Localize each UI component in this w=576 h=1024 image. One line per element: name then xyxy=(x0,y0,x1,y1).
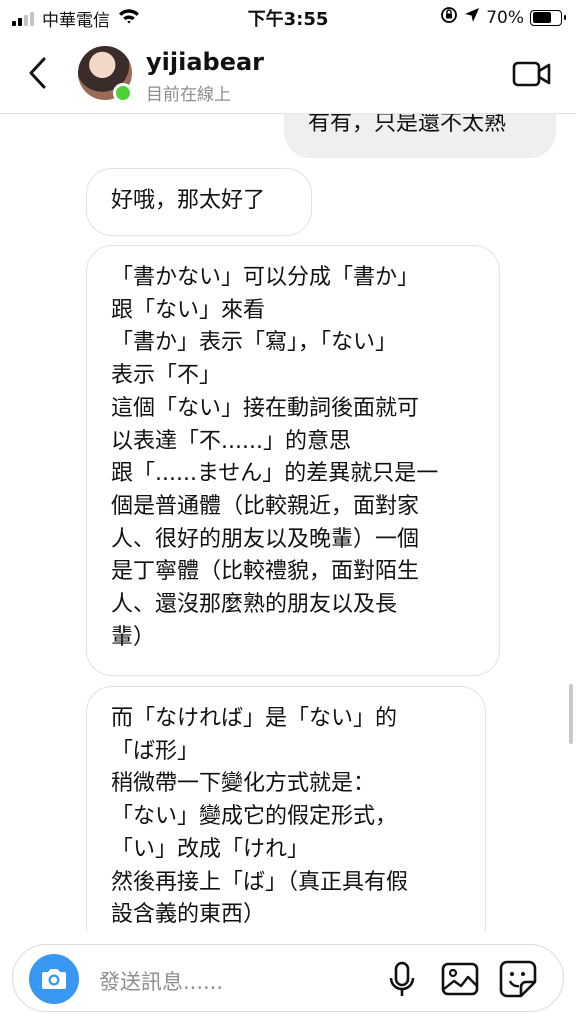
chat-username[interactable]: yijiabear xyxy=(146,48,264,76)
message-line: 「書か」表示「寫」，「ない」 xyxy=(111,330,398,356)
video-call-icon[interactable] xyxy=(512,60,552,88)
message-bubble-incoming[interactable]: 好哦，那太好了 xyxy=(86,168,312,236)
battery-icon xyxy=(530,9,566,26)
chat-header: yijiabear 目前在線上 xyxy=(0,34,576,114)
message-line: 「ない」變成它的假定形式， xyxy=(111,804,398,830)
battery-percent: 70% xyxy=(486,7,524,28)
message-line: 個是普通體（比較親近，面對家 xyxy=(111,493,420,519)
message-bubble-incoming[interactable]: 「書かない」可以分成「書か」 跟「ない」來看 「書か」表示「寫」，「ない」 表示… xyxy=(86,245,500,676)
message-line: 好哦，那太好了 xyxy=(111,188,266,213)
microphone-icon[interactable] xyxy=(387,961,417,999)
message-input-box[interactable]: 發送訊息...... xyxy=(12,944,564,1012)
message-line: 這個「ない」接在動詞後面就可 xyxy=(111,395,420,421)
back-chevron-icon[interactable] xyxy=(24,56,54,90)
message-line: 輩） xyxy=(111,624,156,650)
message-line: 而「なければ」是「ない」的 xyxy=(111,706,398,731)
location-icon xyxy=(464,7,480,28)
status-right: 70% xyxy=(440,6,566,29)
orientation-lock-icon xyxy=(440,6,458,29)
message-bubble-outgoing[interactable]: 有有，只是還不太熟 xyxy=(284,114,556,158)
message-input-placeholder[interactable]: 發送訊息...... xyxy=(99,966,223,996)
message-line: 設含義的東西） xyxy=(111,902,266,928)
message-line: 人、還沒那麼熟的朋友以及長 xyxy=(111,592,398,618)
message-line: 以表達「不......」的意思 xyxy=(111,428,351,454)
message-composer: 發送訊息...... xyxy=(0,932,576,1024)
message-line: 表示「不」 xyxy=(111,363,222,389)
online-status-text: 目前在線上 xyxy=(146,85,231,105)
message-line: 人、很好的朋友以及晚輩）一個 xyxy=(111,526,420,552)
message-line: 「書かない」可以分成「書か」 xyxy=(111,265,420,290)
message-line: 跟「......ません」的差異就只是一 xyxy=(111,461,439,487)
message-line: 「ば形」 xyxy=(111,738,200,764)
sticker-icon[interactable] xyxy=(499,960,537,998)
gallery-icon[interactable] xyxy=(441,962,479,996)
message-line: 稍微帶一下變化方式就是： xyxy=(111,771,376,797)
message-bubble-incoming[interactable]: 而「なければ」是「ない」的 「ば形」 稍微帶一下變化方式就是： 「ない」變成它的… xyxy=(86,686,486,932)
camera-icon[interactable] xyxy=(29,954,79,1004)
message-thread[interactable]: 有有，只是還不太熟 好哦，那太好了 「書かない」可以分成「書か」 跟「ない」來看… xyxy=(0,114,576,932)
status-bar: 中華電信 下午3:55 70% xyxy=(0,0,576,34)
message-line: 然後再接上「ば」（真正具有假 xyxy=(111,869,409,895)
message-line: 「い」改成「けれ」 xyxy=(111,836,310,862)
message-line: 有有，只是還不太熟 xyxy=(308,114,507,136)
scrollbar[interactable] xyxy=(569,684,573,744)
message-line: 跟「ない」來看 xyxy=(111,297,266,323)
online-status-dot xyxy=(113,83,133,103)
message-line: 是丁寧體（比較禮貌，面對陌生 xyxy=(111,559,420,585)
